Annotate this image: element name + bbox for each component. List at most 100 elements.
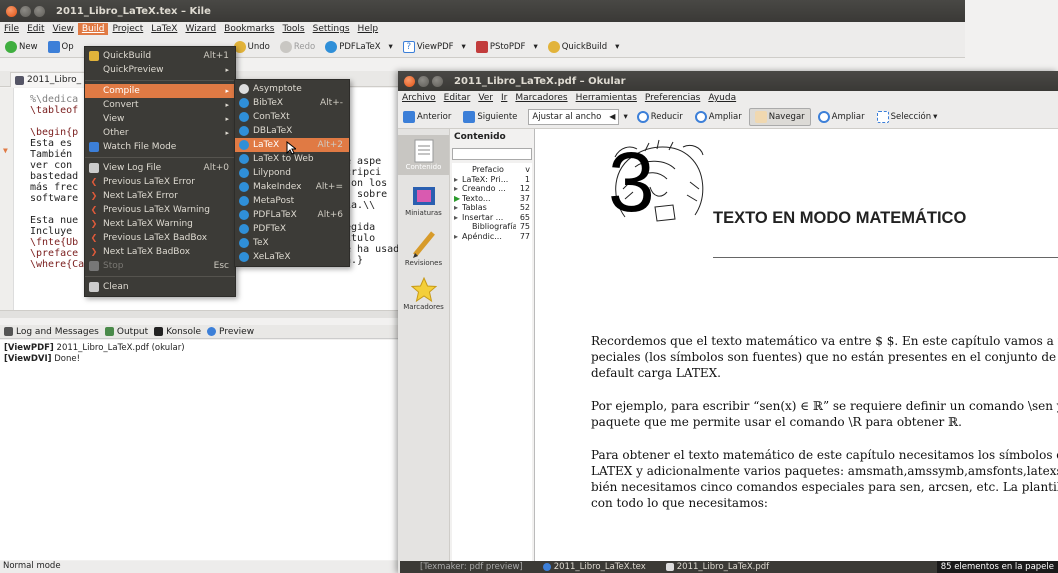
zoom-tool-button[interactable]: Ampliar — [813, 108, 870, 126]
toc-item[interactable]: ▸ Tablas 52 — [452, 203, 532, 213]
build-menu-item[interactable]: ❯ Next LaTeX BadBox — [85, 245, 235, 259]
expand-icon[interactable]: ▸ — [454, 184, 462, 194]
expand-icon[interactable]: ▸ — [454, 203, 462, 213]
compile-menu-item[interactable]: TeX — [235, 236, 349, 250]
toc-item[interactable]: ▸ Insertar ... 65 — [452, 213, 532, 223]
zoom-in-button[interactable]: Ampliar — [690, 108, 747, 126]
current-page-icon[interactable]: ▶ — [454, 194, 462, 204]
chevron-down-icon[interactable]: ▾ — [615, 42, 619, 52]
tab-output[interactable]: Output — [104, 327, 148, 337]
toc-item[interactable]: ▸ Apéndic... 77 — [452, 232, 532, 242]
menu-help[interactable]: Help — [354, 23, 383, 35]
menu-ayuda[interactable]: Ayuda — [704, 92, 740, 104]
expand-icon[interactable]: ▸ — [454, 232, 462, 242]
compile-menu-item[interactable]: MakeIndex Alt+= — [235, 180, 349, 194]
compile-menu-item[interactable]: Asymptote — [235, 82, 349, 96]
toc-item[interactable]: Prefacio v — [452, 165, 532, 175]
open-button[interactable]: Op — [43, 38, 79, 56]
menu-ir[interactable]: Ir — [497, 92, 511, 104]
close-icon[interactable] — [6, 5, 17, 17]
menu-view[interactable]: View — [49, 23, 78, 35]
pdflatex-button[interactable]: PDFLaTeX ▾ — [320, 38, 398, 56]
close-icon[interactable] — [404, 75, 415, 87]
compile-menu-item[interactable]: DBLaTeX — [235, 124, 349, 138]
menu-bookmarks[interactable]: Bookmarks — [220, 23, 278, 35]
compile-menu-item[interactable]: MetaPost — [235, 194, 349, 208]
build-menu-item[interactable]: ❮ Previous LaTeX BadBox — [85, 231, 235, 245]
build-menu-item[interactable]: View ▸ — [85, 112, 235, 126]
taskbar-item-okular[interactable]: 2011_Libro_LaTeX.pdf — [656, 562, 779, 572]
viewpdf-button[interactable]: ? ViewPDF ▾ — [398, 38, 471, 56]
chevron-down-icon[interactable]: ▾ — [389, 42, 393, 52]
quickbuild-button[interactable]: QuickBuild ▾ — [543, 38, 625, 56]
toc-item[interactable]: Bibliografía 75 — [452, 222, 532, 232]
new-button[interactable]: New — [0, 38, 43, 56]
toc-item[interactable]: ▶ Texto... 37 — [452, 194, 532, 204]
menu-preferencias[interactable]: Preferencias — [641, 92, 704, 104]
menu-tools[interactable]: Tools — [278, 23, 308, 35]
pstopdf-button[interactable]: PStoPDF ▾ — [471, 38, 543, 56]
browse-tool-button[interactable]: Navegar — [748, 107, 811, 126]
zoom-out-button[interactable]: Reducir — [632, 108, 688, 126]
compile-menu-item[interactable]: PDFLaTeX Alt+6 — [235, 208, 349, 222]
build-menu-item[interactable]: Convert ▸ — [85, 98, 235, 112]
menu-build[interactable]: Build — [77, 23, 109, 35]
zoom-mode-select[interactable]: Ajustar al ancho ◀ — [528, 108, 620, 125]
menu-herramientas[interactable]: Herramientas — [572, 92, 641, 104]
taskbar-item-texmaker[interactable]: [Texmaker: pdf preview] — [400, 562, 533, 572]
build-menu-item[interactable]: Stop Esc — [85, 259, 235, 273]
sidebar-tab-reviews[interactable]: Revisiones — [398, 229, 449, 267]
page-view[interactable]: 3 TEXTO EN MODO MATEMÁTICO Recordemos qu… — [535, 129, 1058, 573]
redo-button[interactable]: Redo — [275, 38, 320, 56]
kile-titlebar[interactable]: 2011_Libro_LaTeX.tex – Kile — [0, 0, 965, 22]
build-menu-item[interactable]: ❮ Previous LaTeX Error — [85, 175, 235, 189]
build-menu-item[interactable]: QuickPreview ▸ — [85, 63, 235, 77]
build-menu-item[interactable]: Clean — [85, 280, 235, 294]
tab-preview[interactable]: Preview — [207, 327, 254, 337]
menu-settings[interactable]: Settings — [309, 23, 354, 35]
build-menu-item[interactable]: ❯ Next LaTeX Warning — [85, 217, 235, 231]
compile-menu-item[interactable]: ConTeXt — [235, 110, 349, 124]
compile-menu-item[interactable]: PDFTeX — [235, 222, 349, 236]
compile-menu-item[interactable]: Lilypond — [235, 166, 349, 180]
compile-menu-item[interactable]: BibTeX Alt+- — [235, 96, 349, 110]
chevron-down-icon[interactable]: ▾ — [623, 112, 627, 122]
build-menu-item[interactable]: ❯ Next LaTeX Error — [85, 189, 235, 203]
chevron-down-icon[interactable]: ▾ — [533, 42, 537, 52]
clear-icon[interactable]: ◀ — [609, 112, 615, 121]
expand-icon[interactable]: ▸ — [454, 213, 462, 223]
editor-fold-marker[interactable]: ▼ — [3, 145, 8, 156]
taskbar-item-kile[interactable]: 2011_Libro_LaTeX.tex — [533, 562, 656, 572]
next-page-button[interactable]: Siguiente — [458, 108, 522, 126]
expand-icon[interactable]: ▸ — [454, 175, 462, 185]
contents-search-input[interactable] — [452, 148, 532, 160]
menu-archivo[interactable]: Archivo — [398, 92, 440, 104]
minimize-icon[interactable] — [20, 5, 31, 17]
menu-file[interactable]: File — [0, 23, 23, 35]
build-menu-item[interactable]: Compile ▸ — [85, 84, 235, 98]
menu-latex[interactable]: LaTeX — [147, 23, 181, 35]
build-menu-item[interactable]: QuickBuild Alt+1 — [85, 49, 235, 63]
editor-horizontal-scrollbar[interactable] — [0, 310, 400, 318]
okular-titlebar[interactable]: 2011_Libro_LaTeX.pdf – Okular — [398, 71, 1058, 91]
maximize-icon[interactable] — [34, 5, 45, 17]
build-menu-item[interactable]: View Log File Alt+0 — [85, 161, 235, 175]
log-area[interactable]: [ViewPDF] 2011_Libro_LaTeX.pdf (okular)[… — [0, 340, 400, 560]
sidebar-tab-thumbnails[interactable]: Miniaturas — [398, 185, 449, 217]
toc-item[interactable]: ▸ Creando ... 12 — [452, 184, 532, 194]
menu-edit[interactable]: Edit — [23, 23, 48, 35]
selection-tool-button[interactable]: Selección ▾ — [872, 108, 943, 126]
compile-menu-item[interactable]: XeLaTeX — [235, 250, 349, 264]
tab-konsole[interactable]: Konsole — [154, 327, 201, 337]
sidebar-tab-bookmarks[interactable]: Marcadores — [398, 277, 449, 311]
menu-marcadores[interactable]: Marcadores — [511, 92, 571, 104]
build-menu-item[interactable]: ❮ Previous LaTeX Warning — [85, 203, 235, 217]
build-menu-item[interactable]: Watch File Mode — [85, 140, 235, 154]
tab-log-and-messages[interactable]: Log and Messages — [4, 327, 99, 337]
menu-wizard[interactable]: Wizard — [181, 23, 220, 35]
maximize-icon[interactable] — [432, 75, 443, 87]
minimize-icon[interactable] — [418, 75, 429, 87]
chevron-down-icon[interactable]: ▾ — [933, 112, 937, 122]
toc-item[interactable]: ▸ LaTeX: Pri... 1 — [452, 175, 532, 185]
menu-project[interactable]: Project — [108, 23, 147, 35]
